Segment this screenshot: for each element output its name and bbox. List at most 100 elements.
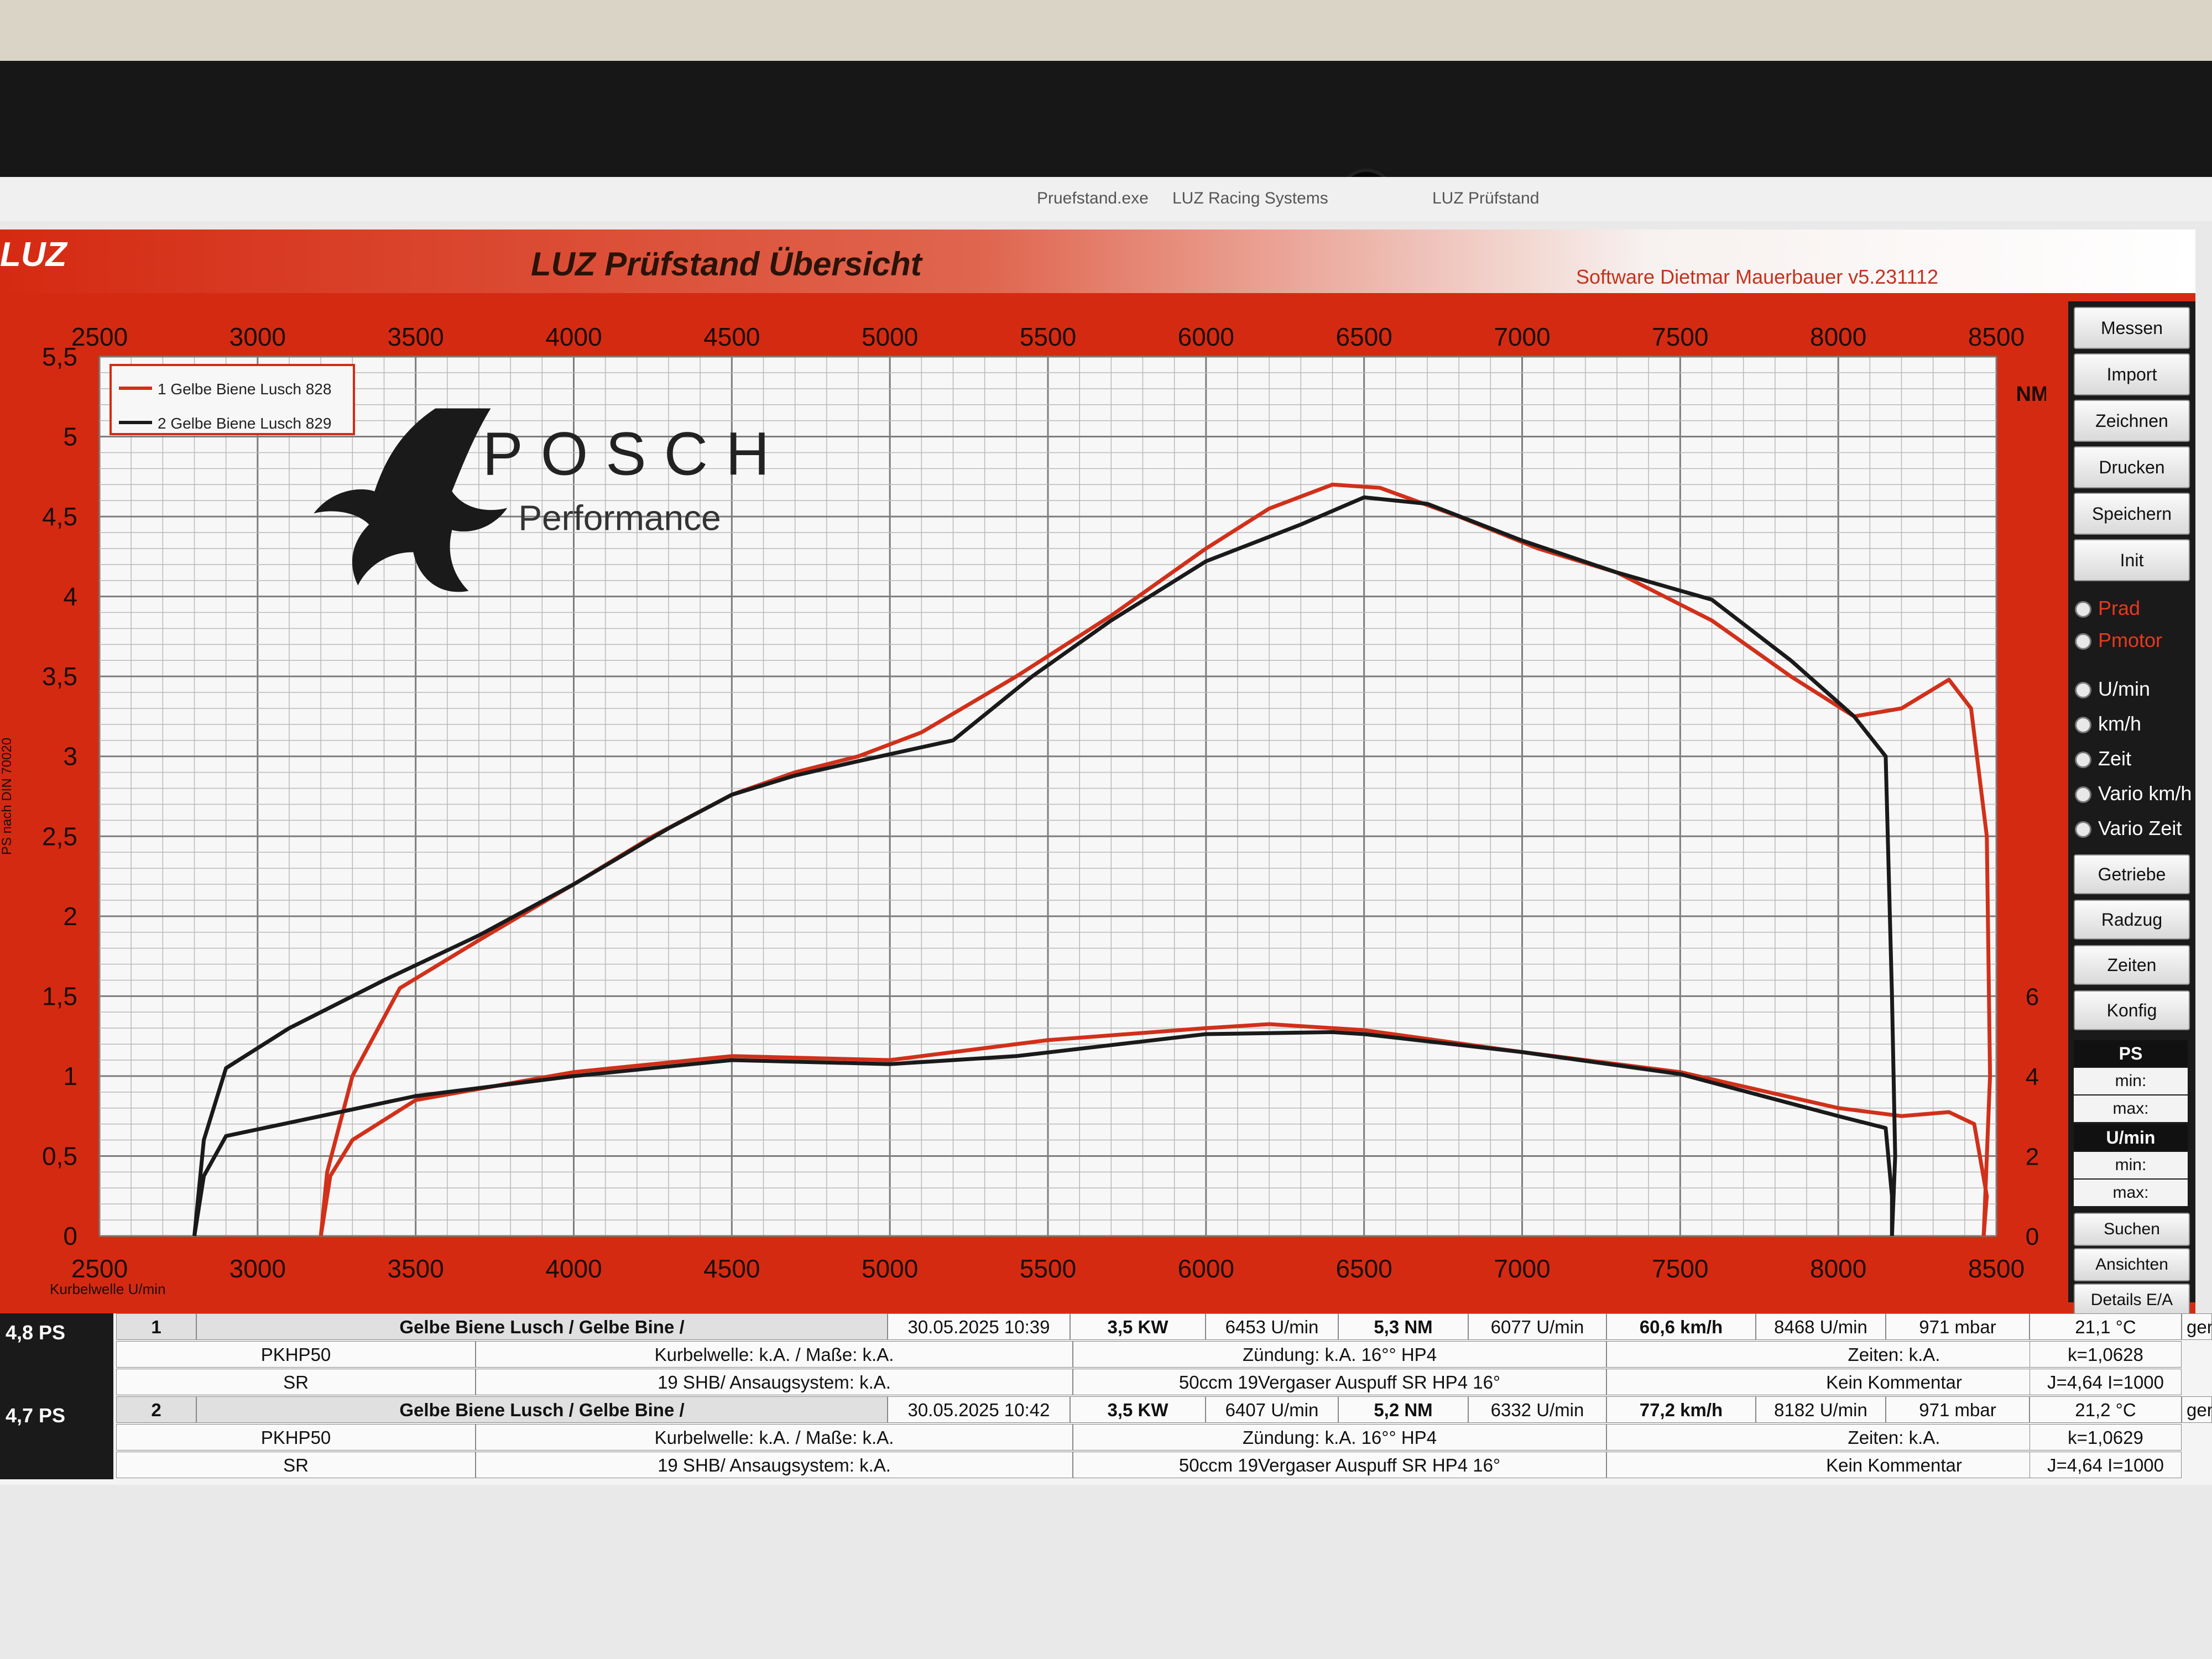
x-tick-label-top: 2500 (71, 322, 128, 351)
x-tick-label-top: 8500 (1968, 322, 2025, 351)
luz-logo: LUZ (0, 236, 67, 274)
radio-button-icon[interactable] (2075, 717, 2091, 734)
radio-label: U/min (2098, 677, 2151, 700)
x-tick-label: 4500 (703, 1254, 760, 1283)
run-variant: SR (116, 1369, 476, 1395)
radio-km-h[interactable]: km/h (2075, 712, 2141, 735)
window-titlebar: Pruefstand.exe LUZ Racing Systems LUZ Pr… (0, 177, 2212, 221)
run-ansaugsystem: 19 SHB/ Ansaugsystem: k.A. (476, 1452, 1073, 1478)
dyno-chart: 2500250030003000350035004000400045004500… (0, 322, 2046, 1297)
run-peak-ps: 4,7 PS (0, 1396, 113, 1479)
y-axis-label: PS nach DIN 70020 (0, 738, 14, 855)
run-peak-kw: 3,5 KW (1070, 1396, 1206, 1423)
button-zeichnen[interactable]: Zeichnen (2074, 400, 2190, 442)
x-tick-label: 7000 (1494, 1254, 1550, 1283)
y-tick-label: 1 (63, 1062, 77, 1091)
ps-max-field[interactable]: max: (2074, 1095, 2188, 1122)
y-right-axis-label: NM (2016, 383, 2046, 406)
radio-label: km/h (2098, 712, 2142, 735)
umin-range-header: U/min (2074, 1124, 2188, 1151)
y-right-tick-label: 2 (2026, 1143, 2039, 1170)
radio-button-icon[interactable] (2075, 682, 2091, 699)
button-drucken[interactable]: Drucken (2074, 446, 2190, 488)
radio-zeit[interactable]: Zeit (2075, 747, 2131, 770)
sidebar: Messen Import Zeichnen Drucken Speichern Init… (2068, 301, 2195, 1317)
radio-button-icon[interactable] (2075, 752, 2091, 769)
app-header: LUZ LUZ Prüfstand Übersicht Software Die… (0, 229, 2195, 293)
radio-button-icon[interactable] (2075, 633, 2091, 650)
run-ansaugsystem: 19 SHB/ Ansaugsystem: k.A. (476, 1369, 1073, 1395)
run-kw-rpm: 6407 U/min (1206, 1396, 1338, 1423)
radio-button-icon[interactable] (2075, 786, 2091, 804)
ps-min-field[interactable]: min: (2074, 1068, 2188, 1094)
watermark-performance: Performance (518, 498, 721, 538)
button-radzug[interactable]: Radzug (2074, 900, 2190, 940)
x-tick-label: 5000 (862, 1254, 918, 1283)
button-init[interactable]: Init (2074, 539, 2190, 581)
run-kw-rpm: 6453 U/min (1206, 1313, 1338, 1340)
y-tick-label: 0,5 (42, 1141, 77, 1170)
x-tick-label-top: 5000 (862, 322, 918, 351)
radio-label: Vario Zeit (2098, 817, 2182, 839)
run-speed-rpm: 8182 U/min (1756, 1396, 1886, 1423)
y-right-tick-label: 6 (2026, 983, 2039, 1010)
radio-label: Zeit (2098, 747, 2132, 770)
y-right-tick-label: 4 (2026, 1063, 2039, 1091)
run-k-factor: k=1,0628 (2030, 1341, 2182, 1368)
y-tick-label: 2,5 (42, 822, 77, 851)
run-extra: ger (2182, 1396, 2212, 1423)
y-tick-label: 5 (63, 422, 77, 451)
x-tick-label-top: 6000 (1178, 322, 1234, 351)
run-date: 30.05.2025 10:42 (888, 1396, 1070, 1423)
run-model: PKHP50 (116, 1424, 476, 1451)
y-right-tick-label: 0 (2026, 1223, 2039, 1250)
radio-prad[interactable]: Prad (2075, 597, 2140, 620)
umin-max-field[interactable]: max: (2074, 1180, 2188, 1206)
x-tick-label-top: 3000 (229, 322, 286, 351)
button-details-e-a[interactable]: Details E/A (2074, 1284, 2190, 1317)
run-kurbelwelle: Kurbelwelle: k.A. / Maße: k.A. (476, 1424, 1073, 1451)
button-suchen[interactable]: Suchen (2074, 1213, 2190, 1246)
y-tick-label: 0 (63, 1222, 77, 1250)
button-import[interactable]: Import (2074, 353, 2190, 395)
y-tick-label: 3,5 (42, 662, 77, 691)
run-peak-ps: 4,8 PS (0, 1313, 113, 1396)
x-tick-label: 7500 (1652, 1254, 1708, 1283)
radio-vario-km-h[interactable]: Vario km/h (2075, 782, 2192, 805)
radio-label: Prad (2098, 597, 2141, 619)
button-ansichten[interactable]: Ansichten (2074, 1248, 2190, 1281)
run-j-value: J=4,64 I=1000 (2030, 1452, 2182, 1478)
x-tick-label: 3500 (387, 1254, 444, 1283)
run-speed-rpm: 8468 U/min (1756, 1313, 1886, 1340)
radio-u-min[interactable]: U/min (2075, 677, 2150, 701)
radio-vario-zeit[interactable]: Vario Zeit (2075, 817, 2182, 840)
run-peak-kw: 3,5 KW (1070, 1313, 1206, 1340)
x-tick-label: 3000 (229, 1254, 286, 1283)
y-tick-label: 1,5 (42, 982, 77, 1010)
run-zuendung: Zündung: k.A. 16°° HP4 (1073, 1341, 1606, 1368)
radio-button-icon[interactable] (2075, 601, 2091, 618)
run-temperature: 21,2 °C (2030, 1396, 2182, 1423)
button-konfig[interactable]: Konfig (2074, 990, 2190, 1030)
radio-label: Pmotor (2098, 629, 2163, 651)
runs-table: 4,8 PS 1 Gelbe Biene Lusch / Gelbe Bine /3… (0, 1313, 2212, 1485)
run-top-speed: 60,6 km/h (1606, 1313, 1756, 1340)
button-messen[interactable]: Messen (2074, 307, 2190, 349)
button-speichern[interactable]: Speichern (2074, 493, 2190, 535)
radio-pmotor[interactable]: Pmotor (2075, 629, 2162, 652)
chart-frame: 2500 2500 3000 3000 3500 3500 4000 4000 4500 4500… (0, 301, 2046, 1302)
radio-button-icon[interactable] (2075, 821, 2091, 838)
run-j-value: J=4,64 I=1000 (2030, 1369, 2182, 1395)
x-tick-label-top: 8000 (1810, 322, 1866, 351)
run-date: 30.05.2025 10:39 (888, 1313, 1070, 1340)
run-pressure: 971 mbar (1886, 1313, 2030, 1340)
run-number: 2 (116, 1396, 196, 1423)
run-top-speed: 77,2 km/h (1606, 1396, 1756, 1423)
run-auspuff: 50ccm 19Vergaser Auspuff SR HP4 16° (1073, 1452, 1606, 1478)
button-zeiten[interactable]: Zeiten (2074, 945, 2190, 985)
run-name: Gelbe Biene Lusch / Gelbe Bine / (196, 1313, 888, 1340)
button-getriebe[interactable]: Getriebe (2074, 854, 2190, 894)
software-version: Software Dietmar Mauerbauer v5.231112 (1576, 265, 1939, 288)
umin-min-field[interactable]: min: (2074, 1152, 2188, 1178)
run-zuendung: Zündung: k.A. 16°° HP4 (1073, 1424, 1606, 1451)
